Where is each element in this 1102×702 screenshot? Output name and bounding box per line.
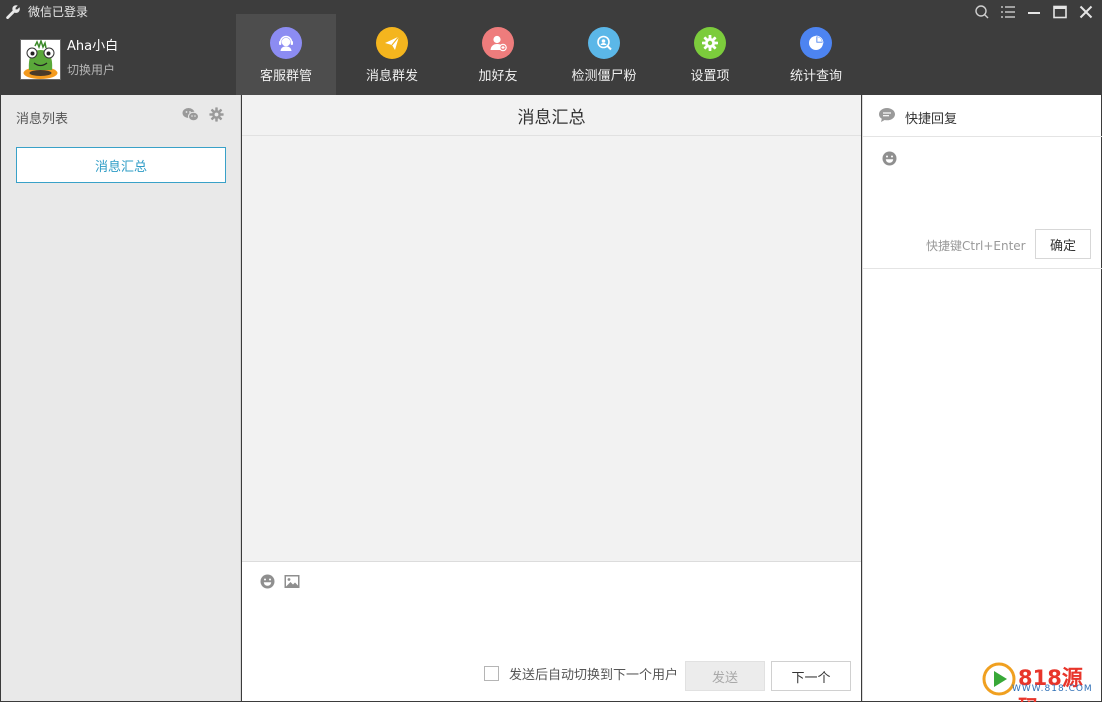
switch-user-link[interactable]: 切换用户 xyxy=(67,63,115,77)
confirm-button[interactable]: 确定 xyxy=(1035,229,1091,259)
nav-label: 客服群管 xyxy=(259,69,312,84)
chat-bubble-icon xyxy=(879,108,895,122)
watermark: 818源码 WWW.818.COM xyxy=(982,660,1097,702)
quick-reply-header: 快捷回复 xyxy=(863,95,1102,137)
quick-reply-box: 快捷键Ctrl+Enter 确定 xyxy=(863,137,1102,269)
paper-plane-icon xyxy=(376,27,408,59)
message-input[interactable] xyxy=(252,598,850,658)
watermark-sub: WWW.818.COM xyxy=(1012,684,1093,694)
header: 微信已登录 Aha小白 切换用户 客服群管 消息群发 加好友 检测僵尸粉 设置项… xyxy=(0,0,1102,95)
play-logo-icon xyxy=(982,662,1016,696)
minimize-button[interactable] xyxy=(1024,3,1044,21)
window-controls xyxy=(972,3,1096,21)
wechat-icon[interactable] xyxy=(182,107,199,122)
quick-reply-input[interactable] xyxy=(873,173,1091,223)
menu-icon xyxy=(1001,6,1015,18)
user-area: Aha小白 切换用户 xyxy=(20,39,230,81)
close-button[interactable] xyxy=(1076,3,1096,21)
search-icon xyxy=(975,5,989,19)
message-list-title: 消息列表 xyxy=(16,112,69,127)
gear-icon[interactable] xyxy=(209,107,224,122)
quick-reply-title: 快捷回复 xyxy=(905,112,958,127)
user-name: Aha小白 xyxy=(67,39,119,54)
pie-chart-icon xyxy=(800,27,832,59)
avatar[interactable] xyxy=(20,39,61,80)
frog-avatar-icon xyxy=(21,40,60,79)
page-title: 消息汇总 xyxy=(242,95,861,136)
add-user-icon xyxy=(482,27,514,59)
scan-search-icon xyxy=(588,27,620,59)
nav-item-settings[interactable]: 设置项 xyxy=(660,14,760,95)
menu-button[interactable] xyxy=(998,3,1018,21)
message-area[interactable] xyxy=(242,136,861,561)
auto-switch-checkbox[interactable] xyxy=(484,666,499,681)
auto-switch-option[interactable]: 发送后自动切换到下一个用户 xyxy=(484,664,678,683)
image-icon[interactable] xyxy=(284,574,300,589)
watermark-brand: 818源码 xyxy=(1018,666,1083,702)
message-list-tools xyxy=(182,107,224,122)
nav-label: 检测僵尸粉 xyxy=(571,69,637,84)
close-icon xyxy=(1079,5,1093,19)
wrench-icon xyxy=(6,5,20,20)
auto-switch-label: 发送后自动切换到下一个用户 xyxy=(509,668,679,683)
next-button[interactable]: 下一个 xyxy=(771,661,851,691)
nav-item-detect-zombie[interactable]: 检测僵尸粉 xyxy=(554,14,654,95)
nav-item-customer-service[interactable]: 客服群管 xyxy=(236,14,336,95)
shortcut-hint: 快捷键Ctrl+Enter xyxy=(926,239,1026,253)
nav-label: 消息群发 xyxy=(365,69,418,84)
main-nav: 客服群管 消息群发 加好友 检测僵尸粉 设置项 统计查询 xyxy=(236,14,872,95)
quick-reply-panel: 快捷回复 快捷键Ctrl+Enter 确定 xyxy=(862,95,1102,701)
minimize-icon xyxy=(1028,12,1040,14)
message-summary-item[interactable]: 消息汇总 xyxy=(16,147,226,183)
nav-item-mass-message[interactable]: 消息群发 xyxy=(342,14,442,95)
gear-icon xyxy=(694,27,726,59)
emoji-icon[interactable] xyxy=(260,574,275,589)
support-agent-icon xyxy=(270,27,302,59)
compose-toolbar xyxy=(260,574,300,589)
nav-item-statistics[interactable]: 统计查询 xyxy=(766,14,866,95)
compose-area: 发送后自动切换到下一个用户 发送 下一个 xyxy=(242,561,861,701)
search-window-button[interactable] xyxy=(972,3,992,21)
message-list-panel: 消息列表 消息汇总 xyxy=(1,95,241,701)
nav-label: 统计查询 xyxy=(789,69,842,84)
maximize-button[interactable] xyxy=(1050,3,1070,21)
maximize-icon xyxy=(1053,5,1067,19)
send-button[interactable]: 发送 xyxy=(685,661,765,691)
emoji-icon[interactable] xyxy=(882,151,897,166)
nav-label: 设置项 xyxy=(690,69,730,84)
nav-label: 加好友 xyxy=(478,69,518,84)
nav-item-add-friend[interactable]: 加好友 xyxy=(448,14,548,95)
message-summary-panel: 消息汇总 发送后自动切换到下一个用户 发送 下一个 xyxy=(242,95,861,701)
app-title: 微信已登录 xyxy=(28,5,89,19)
